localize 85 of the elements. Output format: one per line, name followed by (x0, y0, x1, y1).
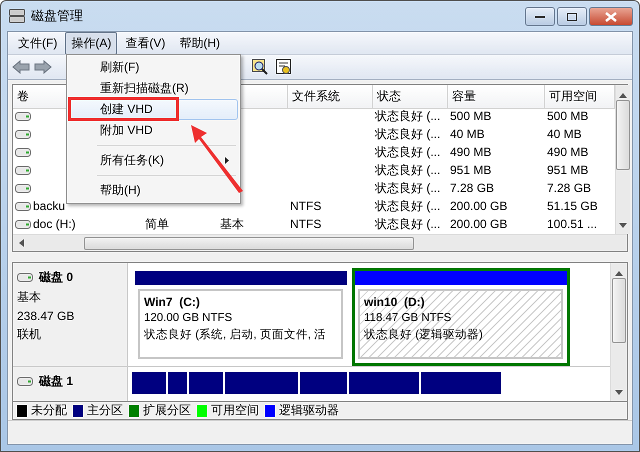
table-cell: 51.15 GB (547, 199, 598, 213)
minimize-icon (535, 14, 545, 18)
column-header[interactable]: 可用空间 (545, 85, 615, 109)
legend-label: 未分配 (31, 402, 67, 419)
table-cell: 7.28 GB (450, 181, 494, 195)
table-cell: doc (H:) (33, 217, 76, 231)
drive-icon (15, 112, 31, 120)
disk-state: 联机 (17, 326, 42, 343)
window-title: 磁盘管理 (31, 7, 83, 25)
vertical-scrollbar[interactable] (610, 263, 627, 401)
close-button[interactable] (589, 7, 633, 26)
column-header[interactable]: 状态 (373, 85, 448, 109)
scroll-up-icon[interactable] (619, 93, 627, 98)
disk-management-icon (9, 9, 25, 23)
disk-name: 磁盘 1 (39, 373, 74, 390)
table-cell: NTFS (290, 199, 322, 213)
table-cell: 基本 (220, 216, 244, 232)
column-header[interactable]: 文件系统 (288, 85, 373, 109)
drive-icon (15, 130, 31, 138)
menu-entry[interactable]: 附加 VHD (69, 120, 238, 141)
table-cell: NTFS (290, 217, 322, 231)
partition-size: 118.47 GB NTFS (364, 312, 452, 324)
table-cell: 200.00 GB (450, 217, 508, 231)
table-cell: 状态良好 (... (375, 180, 440, 196)
magnifier-icon[interactable] (252, 59, 268, 75)
table-cell: 状态良好 (... (375, 162, 440, 178)
table-cell: 100.51 ... (547, 217, 598, 231)
table-cell: 简单 (145, 216, 169, 232)
drive-icon (17, 273, 33, 282)
minimize-button[interactable] (525, 7, 555, 26)
scroll-up-icon[interactable] (615, 271, 623, 276)
table-cell: 500 MB (547, 109, 588, 123)
partition-name: Win7 (C:) (144, 295, 201, 309)
table-cell: 状态良好 (... (375, 108, 440, 124)
legend-label: 主分区 (87, 402, 123, 419)
disk-size: 238.47 GB (17, 309, 76, 323)
properties-icon[interactable] (276, 59, 292, 75)
menu-item[interactable]: 操作(A) (65, 32, 118, 54)
close-icon (605, 12, 617, 22)
drive-icon (15, 220, 31, 228)
table-cell: 490 MB (450, 145, 492, 159)
forward-icon[interactable] (34, 60, 52, 74)
scroll-left-icon[interactable] (19, 239, 24, 247)
drive-icon (15, 184, 31, 192)
drive-icon (15, 148, 31, 156)
menu-item[interactable]: 文件(F) (12, 32, 64, 54)
table-cell: 490 MB (547, 145, 588, 159)
menu-item[interactable]: 帮助(H) (173, 32, 226, 54)
maximize-button[interactable] (557, 7, 587, 26)
partition-size: 120.00 GB NTFS (144, 312, 234, 324)
submenu-arrow-icon (225, 157, 229, 164)
partition-status: 状态良好 (系统, 启动, 页面文件, 活 (144, 327, 328, 342)
partition-name: win10 (D:) (364, 295, 426, 309)
menu-entry[interactable]: 帮助(H) (69, 180, 238, 201)
drive-icon (15, 202, 31, 210)
table-cell: 状态良好 (... (375, 216, 440, 232)
maximize-icon (567, 12, 577, 20)
disk-type: 基本 (17, 289, 42, 306)
scroll-down-icon[interactable] (619, 223, 627, 228)
disk-name: 磁盘 0 (39, 269, 74, 286)
table-cell: 951 MB (547, 163, 588, 177)
table-cell: 7.28 GB (547, 181, 592, 195)
table-cell: 500 MB (450, 109, 492, 123)
menu-entry[interactable]: 所有任务(K) (69, 150, 238, 171)
table-cell: 状态良好 (... (375, 198, 440, 214)
column-header[interactable]: 容量 (448, 85, 545, 109)
table-cell: 状态良好 (... (375, 144, 440, 160)
legend-label: 可用空间 (211, 402, 259, 419)
table-cell: 40 MB (450, 127, 485, 141)
drive-icon (17, 377, 33, 386)
drive-icon (15, 166, 31, 174)
partition-block[interactable]: win10 (D:) 118.47 GB NTFS 状态良好 (逻辑驱动器) (352, 268, 570, 366)
scroll-down-icon[interactable] (615, 390, 623, 395)
partition-status: 状态良好 (逻辑驱动器) (364, 328, 484, 342)
table-cell: 200.00 GB (450, 199, 508, 213)
legend-label: 逻辑驱动器 (279, 402, 339, 419)
table-cell: 状态良好 (... (375, 126, 440, 142)
table-cell: 951 MB (450, 163, 492, 177)
horizontal-scrollbar[interactable] (13, 234, 627, 251)
legend-label: 扩展分区 (143, 402, 191, 419)
back-icon[interactable] (12, 60, 30, 74)
menu-item[interactable]: 查看(V) (119, 32, 172, 54)
table-cell: backu (33, 199, 66, 213)
vertical-scrollbar[interactable] (615, 85, 630, 234)
table-cell: 40 MB (547, 127, 582, 141)
